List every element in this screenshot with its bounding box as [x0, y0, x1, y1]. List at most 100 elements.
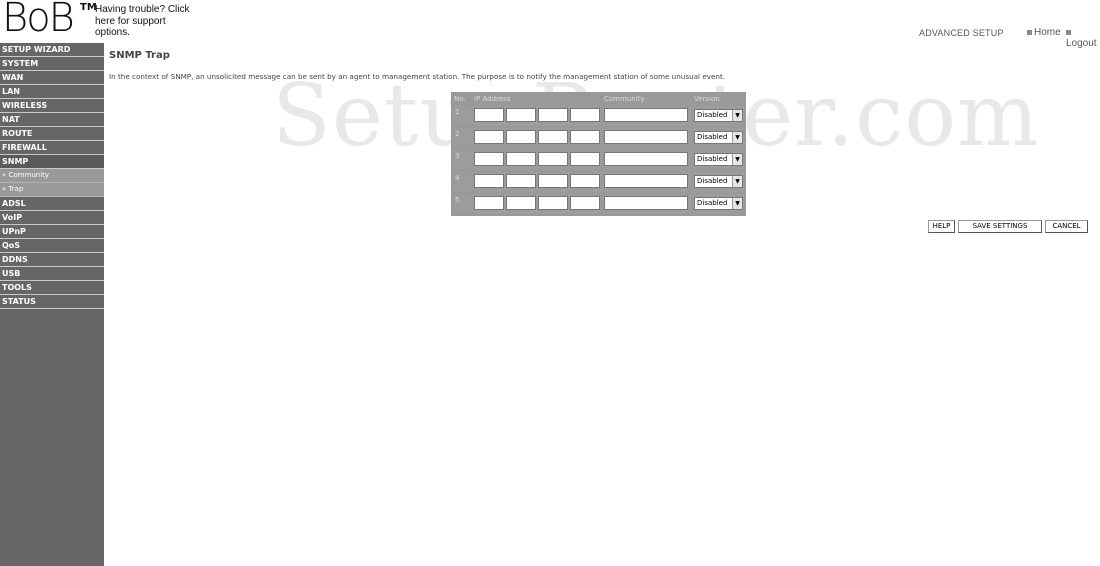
chevron-down-icon: ▼: [732, 176, 742, 187]
version-select[interactable]: Disabled ▼: [694, 109, 743, 122]
ip-octet-3-input[interactable]: [538, 108, 568, 122]
table-row: 3 Disabled ▼: [453, 150, 744, 170]
version-cell: Disabled ▼: [693, 128, 744, 148]
ip-address-cell: [473, 150, 601, 170]
sidebar-item-nat[interactable]: NAT: [0, 113, 104, 127]
sidebar-item-voip[interactable]: VoIP: [0, 211, 104, 225]
row-number: 4: [453, 172, 471, 192]
logout-link-label: Logout: [1066, 38, 1097, 49]
ip-octet-2-input[interactable]: [506, 174, 536, 188]
community-input[interactable]: [604, 108, 688, 122]
ip-octet-1-input[interactable]: [474, 196, 504, 210]
ip-address-cell: [473, 194, 601, 214]
home-link-label: Home: [1034, 27, 1061, 38]
help-button[interactable]: HELP: [928, 220, 955, 233]
sidebar-item-usb[interactable]: USB: [0, 267, 104, 281]
chevron-down-icon: ▼: [732, 110, 742, 121]
row-number: 2: [453, 128, 471, 148]
version-select[interactable]: Disabled ▼: [694, 153, 743, 166]
sidebar-item-upnp[interactable]: UPnP: [0, 225, 104, 239]
sidebar-item-firewall[interactable]: FIREWALL: [0, 141, 104, 155]
table-row: 1 Disabled ▼: [453, 106, 744, 126]
community-input[interactable]: [604, 196, 688, 210]
table-row: 4 Disabled ▼: [453, 172, 744, 192]
sidebar-item-wireless[interactable]: WIRELESS: [0, 99, 104, 113]
table-row: 5 Disabled ▼: [453, 194, 744, 214]
cancel-button[interactable]: CANCEL: [1045, 220, 1088, 233]
version-select-value: Disabled: [697, 133, 728, 141]
home-bullet-icon: [1027, 29, 1032, 35]
community-cell: [603, 172, 691, 192]
ip-octet-1-input[interactable]: [474, 130, 504, 144]
ip-octet-1-input[interactable]: [474, 174, 504, 188]
table-row: 2 Disabled ▼: [453, 128, 744, 148]
version-select-value: Disabled: [697, 155, 728, 163]
version-cell: Disabled ▼: [693, 172, 744, 192]
ip-octet-3-input[interactable]: [538, 196, 568, 210]
version-select-value: Disabled: [697, 177, 728, 185]
ip-address-cell: [473, 172, 601, 192]
version-cell: Disabled ▼: [693, 150, 744, 170]
section-label: ADVANCED SETUP: [919, 28, 1004, 38]
column-header-ip-address: IP Address: [473, 94, 601, 104]
column-header-community: Community: [603, 94, 691, 104]
sidebar-item-system[interactable]: SYSTEM: [0, 57, 104, 71]
sidebar-item-adsl[interactable]: ADSL: [0, 197, 104, 211]
ip-octet-2-input[interactable]: [506, 152, 536, 166]
ip-octet-3-input[interactable]: [538, 130, 568, 144]
ip-octet-1-input[interactable]: [474, 108, 504, 122]
community-input[interactable]: [604, 130, 688, 144]
community-cell: [603, 150, 691, 170]
ip-octet-4-input[interactable]: [570, 196, 600, 210]
page-title: SNMP Trap: [109, 50, 170, 61]
ip-octet-4-input[interactable]: [570, 152, 600, 166]
version-select[interactable]: Disabled ▼: [694, 131, 743, 144]
ip-octet-1-input[interactable]: [474, 152, 504, 166]
sidebar-item-setup-wizard[interactable]: SETUP WIZARD: [0, 43, 104, 57]
ip-address-cell: [473, 128, 601, 148]
sidebar-subitem-community[interactable]: » Community: [0, 169, 104, 183]
version-select[interactable]: Disabled ▼: [694, 197, 743, 210]
version-select-value: Disabled: [697, 111, 728, 119]
sidebar-item-route[interactable]: ROUTE: [0, 127, 104, 141]
sidebar-item-status[interactable]: STATUS: [0, 295, 104, 309]
sidebar-item-qos[interactable]: QoS: [0, 239, 104, 253]
ip-octet-4-input[interactable]: [570, 108, 600, 122]
sidebar-item-snmp[interactable]: SNMP: [0, 155, 104, 169]
chevron-down-icon: ▼: [732, 154, 742, 165]
ip-octet-4-input[interactable]: [570, 130, 600, 144]
community-cell: [603, 194, 691, 214]
table-header-row: No. IP Address Community Version: [453, 94, 744, 104]
ip-octet-3-input[interactable]: [538, 152, 568, 166]
logout-bullet-icon: [1066, 29, 1071, 35]
logout-link[interactable]: Logout: [1066, 27, 1100, 49]
sidebar-item-ddns[interactable]: DDNS: [0, 253, 104, 267]
version-cell: Disabled ▼: [693, 194, 744, 214]
ip-octet-2-input[interactable]: [506, 108, 536, 122]
page-description: In the context of SNMP, an unsolicited m…: [109, 72, 726, 81]
ip-octet-3-input[interactable]: [538, 174, 568, 188]
version-select[interactable]: Disabled ▼: [694, 175, 743, 188]
sidebar-subitem-trap[interactable]: » Trap: [0, 183, 104, 197]
save-settings-button[interactable]: SAVE SETTINGS: [958, 220, 1042, 233]
ip-octet-2-input[interactable]: [506, 130, 536, 144]
ip-octet-2-input[interactable]: [506, 196, 536, 210]
snmp-trap-table: No. IP Address Community Version 1 Disab…: [451, 92, 746, 216]
chevron-down-icon: ▼: [732, 198, 742, 209]
bob-logo: BoB: [2, 0, 75, 41]
sidebar-item-wan[interactable]: WAN: [0, 71, 104, 85]
community-input[interactable]: [604, 152, 688, 166]
row-number: 1: [453, 106, 471, 126]
ip-octet-4-input[interactable]: [570, 174, 600, 188]
support-link[interactable]: Having trouble? Click here for support o…: [95, 4, 195, 39]
sidebar-item-tools[interactable]: TOOLS: [0, 281, 104, 295]
version-cell: Disabled ▼: [693, 106, 744, 126]
version-select-value: Disabled: [697, 199, 728, 207]
community-input[interactable]: [604, 174, 688, 188]
community-cell: [603, 106, 691, 126]
row-number: 3: [453, 150, 471, 170]
sidebar-item-lan[interactable]: LAN: [0, 85, 104, 99]
sidebar-nav: SETUP WIZARD SYSTEM WAN LAN WIRELESS NAT…: [0, 43, 104, 566]
home-link[interactable]: Home: [1027, 27, 1061, 38]
chevron-down-icon: ▼: [732, 132, 742, 143]
